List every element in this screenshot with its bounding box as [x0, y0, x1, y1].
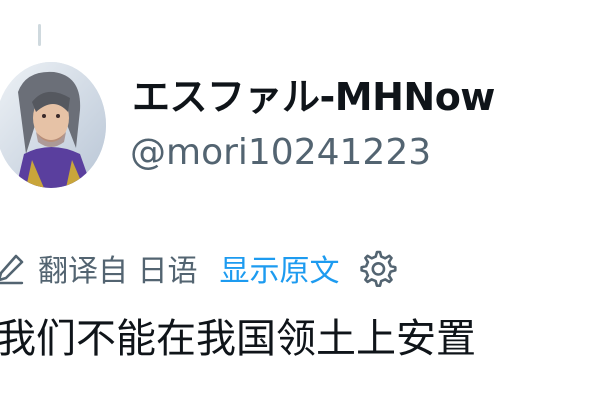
user-handle[interactable]: @mori10241223 — [130, 132, 431, 173]
display-name[interactable]: エスファル-MHNow — [132, 66, 495, 121]
tweet-card: エスファル-MHNow @mori10241223 翻译自 日语 显示原文 我们… — [0, 0, 600, 396]
gear-icon[interactable] — [356, 247, 398, 289]
translation-bar: 翻译自 日语 显示原文 — [0, 245, 398, 291]
thread-connector-line — [38, 24, 41, 46]
translated-from-label: 翻译自 日语 — [38, 254, 198, 289]
show-original-link[interactable]: 显示原文 — [220, 246, 340, 290]
avatar[interactable] — [0, 62, 106, 188]
avatar-image — [0, 62, 106, 188]
translate-icon — [0, 250, 28, 286]
tweet-text: 我们不能在我国领土上安置 — [0, 316, 476, 362]
